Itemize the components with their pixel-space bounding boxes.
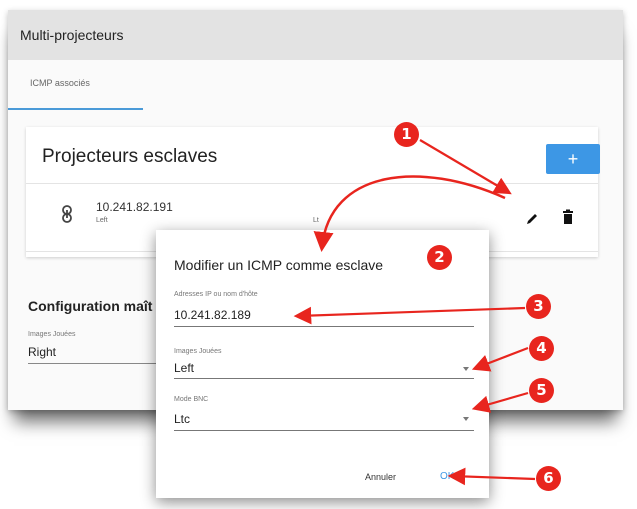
callout-3: 3: [526, 294, 551, 319]
callout-5: 5: [529, 378, 554, 403]
callout-arrows: [293, 139, 536, 486]
callout-1: 1: [394, 122, 419, 147]
callout-4: 4: [529, 336, 554, 361]
callout-6: 6: [536, 466, 561, 491]
callout-2: 2: [427, 245, 452, 270]
